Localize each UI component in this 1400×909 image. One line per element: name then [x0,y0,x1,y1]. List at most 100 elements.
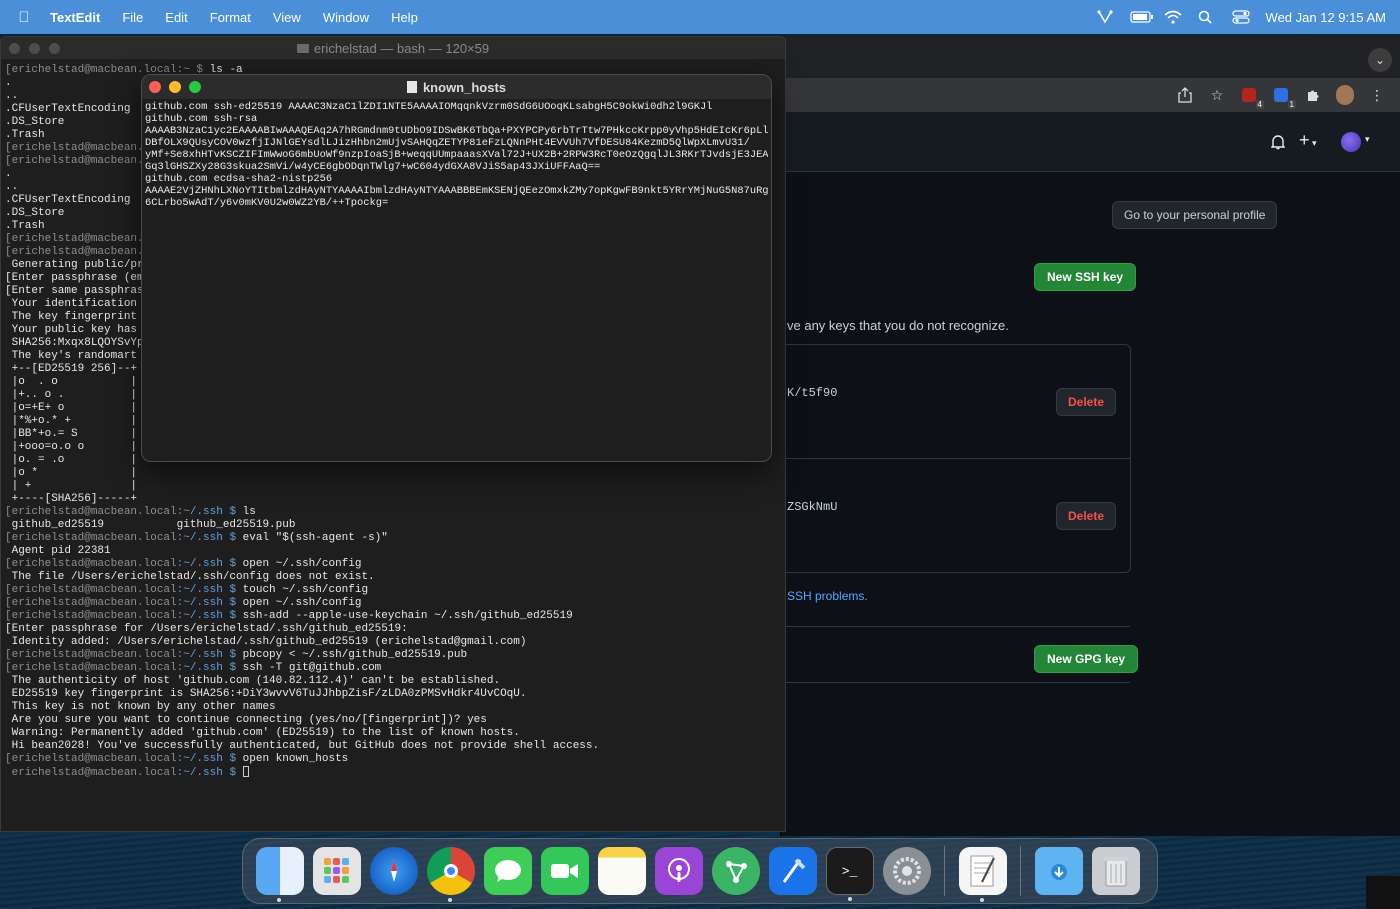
terminal-command: pbcopy < ~/.ssh/github_ed25519.pub [242,649,468,661]
github-user-avatar[interactable] [1341,132,1361,152]
menu-file[interactable]: File [111,10,154,25]
terminal-command: eval "$(ssh-agent -s)" [242,532,388,544]
menu-window[interactable]: Window [312,10,380,25]
battery-icon[interactable] [1129,10,1153,24]
zoom-button[interactable] [49,43,60,54]
zoom-button[interactable] [189,81,201,93]
apple-menu-icon[interactable]:  [0,9,48,26]
menu-app-name[interactable]: TextEdit [48,10,111,25]
terminal-output-text: .DS_Store [5,207,65,219]
terminal-line: [erichelstad@macbean.local:~/.ssh $ open… [5,753,785,766]
ssh-problems-link[interactable]: SSH problems. [787,589,868,603]
menu-view[interactable]: View [262,10,312,25]
terminal-prompt-path: ~/.ssh $ [183,662,243,674]
notifications-bell-icon[interactable] [1270,134,1286,154]
create-new-plus-icon[interactable]: + ▾ [1299,130,1317,151]
password-extension-icon[interactable]: 1 [1272,86,1296,109]
dock-terminal-icon[interactable]: >_ [825,847,874,901]
dock-safari-icon[interactable] [369,847,418,895]
bookmark-star-icon[interactable]: ☆ [1208,86,1226,104]
browser-menu-icon[interactable]: ⋮ [1368,86,1386,104]
dock-sourcetree-icon[interactable] [711,847,760,895]
terminal-prompt: [erichelstad@macbean.l [5,246,151,258]
new-gpg-key-button[interactable]: New GPG key [1034,645,1139,673]
close-button[interactable] [149,81,161,93]
menu-bar:  TextEdit File Edit Format View Window … [0,0,1400,34]
terminal-line: Are you sure you want to continue connec… [5,714,785,727]
avatar-caret-icon[interactable]: ▾ [1365,134,1370,145]
dock-downloads-folder-icon[interactable] [1034,847,1083,895]
spotlight-search-icon[interactable] [1198,10,1216,24]
tab-search-icon[interactable]: ⌄ [1368,48,1392,72]
menubar-clock[interactable]: Wed Jan 12 9:15 AM [1266,10,1386,25]
terminal-prompt: [erichelstad@macbean.local: [5,558,184,570]
dock-system-preferences-icon[interactable] [882,847,931,895]
textedit-window[interactable]: known_hosts github.com ssh-ed25519 AAAAC… [141,74,772,462]
terminal-line: github_ed25519 github_ed25519.pub [5,519,785,532]
dock-separator [944,846,945,896]
terminal-output-text: Generating public/pri [5,259,151,271]
terminal-prompt: [erichelstad@macbean.local: [5,610,184,622]
terminal-line: Hi bean2028! You've successfully authent… [5,740,785,753]
document-text-area[interactable]: github.com ssh-ed25519 AAAAC3NzaC1lZDI1N… [142,99,771,211]
new-ssh-key-button[interactable]: New SSH key [1034,263,1137,291]
terminal-titlebar[interactable]: erichelstad — bash — 120×59 [1,37,785,59]
terminal-output-text: SHA256:Mxqx8LQOYSvYpC [5,337,151,349]
control-center-icon[interactable] [1231,10,1250,24]
terminal-prompt-path: ~/.ssh $ [183,597,243,609]
dock-trash-icon[interactable] [1091,847,1140,895]
document-line: AAAAE2VjZHNhLXNoYTItbmlzdHAyNTYAAAAIbmlz… [145,185,768,197]
terminal-prompt-path: ~/.ssh $ [183,767,243,779]
close-button[interactable] [9,43,20,54]
terminal-window-controls [9,43,60,54]
dock-facetime-icon[interactable] [540,847,589,895]
wifi-icon[interactable] [1164,10,1182,24]
terminal-line: [erichelstad@macbean.local:~/.ssh $ open… [5,597,785,610]
dock-notes-icon[interactable] [597,847,646,895]
dock-launchpad-icon[interactable] [312,847,361,895]
dock-chrome-icon[interactable] [426,847,475,902]
terminal-cursor [242,766,249,777]
terminal-prompt-path: ~/.ssh $ [183,649,243,661]
folder-icon [296,43,309,53]
ublock-extension-icon[interactable]: 4 [1240,86,1264,109]
dock-textedit-icon[interactable] [958,847,1007,902]
terminal-line: erichelstad@macbean.local:~/.ssh $ [5,766,785,779]
terminal-command: open ~/.ssh/config [242,558,362,570]
dock-finder-icon[interactable] [255,847,304,902]
terminal-output-text: |o=+E+ o | [5,402,138,414]
terminal-output-text: +----[SHA256]-----+ [5,493,138,505]
terminal-line: +----[SHA256]-----+ [5,493,785,506]
menu-help[interactable]: Help [380,10,429,25]
dock: >_ [242,838,1158,904]
sourcetree-status-icon[interactable] [1096,10,1114,24]
extensions-puzzle-icon[interactable] [1304,86,1322,104]
share-icon[interactable] [1176,86,1194,104]
terminal-line: [Enter passphrase for /Users/erichelstad… [5,623,785,636]
terminal-line: Warning: Permanently added 'github.com' … [5,727,785,740]
terminal-output-text: The file /Users/erichelstad/.ssh/config … [5,571,375,583]
textedit-window-controls [149,81,201,93]
delete-key-button[interactable]: Delete [1056,388,1117,416]
terminal-output-text: |o. = .o | [5,454,138,466]
terminal-output-text: | + | [5,480,138,492]
terminal-line: [erichelstad@macbean.local:~/.ssh $ open… [5,558,785,571]
minimize-button[interactable] [29,43,40,54]
dock-podcasts-icon[interactable] [654,847,703,895]
terminal-prompt: [erichelstad@macbean.l [5,155,151,167]
textedit-titlebar[interactable]: known_hosts [142,75,771,99]
terminal-line: ED25519 key fingerprint is SHA256:+DiY3w… [5,688,785,701]
minimize-button[interactable] [169,81,181,93]
terminal-output-text: [Enter passphrase for /Users/erichelstad… [5,623,408,635]
menu-edit[interactable]: Edit [154,10,198,25]
dock-messages-icon[interactable] [483,847,532,895]
menu-format[interactable]: Format [199,10,262,25]
dock-xcode-icon[interactable] [768,847,817,895]
terminal-output-text: |+ooo=o.o o | [5,441,138,453]
document-line: yMf+Se8xhHTvKSCZIFImWwoG6mbUoWf9nzpIoaSj… [145,149,768,161]
delete-key-button[interactable]: Delete [1056,502,1117,530]
go-to-profile-button[interactable]: Go to your personal profile [1112,201,1278,229]
terminal-output-text: Warning: Permanently added 'github.com' … [5,727,520,739]
terminal-output-text: .. [5,181,19,193]
browser-profile-avatar[interactable] [1336,85,1354,105]
